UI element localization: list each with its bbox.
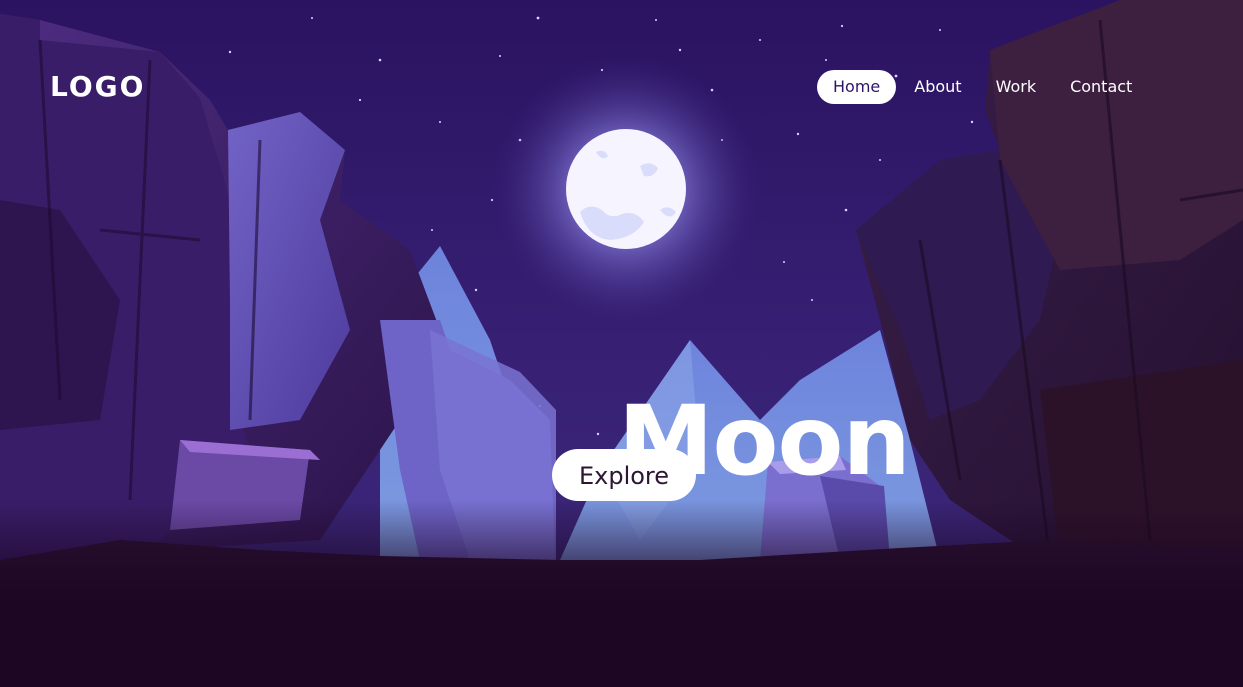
main-nav: Home About Work Contact — [817, 70, 1148, 104]
nav-item-contact[interactable]: Contact — [1054, 70, 1148, 104]
ground-band — [0, 600, 1243, 687]
nav-item-work[interactable]: Work — [980, 70, 1053, 104]
landing-page: LOGO Home About Work Contact Moon Explor… — [0, 0, 1243, 687]
logo[interactable]: LOGO — [50, 68, 145, 106]
nav-item-home[interactable]: Home — [817, 70, 897, 104]
nav-item-about[interactable]: About — [898, 70, 977, 104]
explore-button[interactable]: Explore — [552, 449, 696, 501]
site-header: LOGO Home About Work Contact — [0, 0, 1243, 170]
